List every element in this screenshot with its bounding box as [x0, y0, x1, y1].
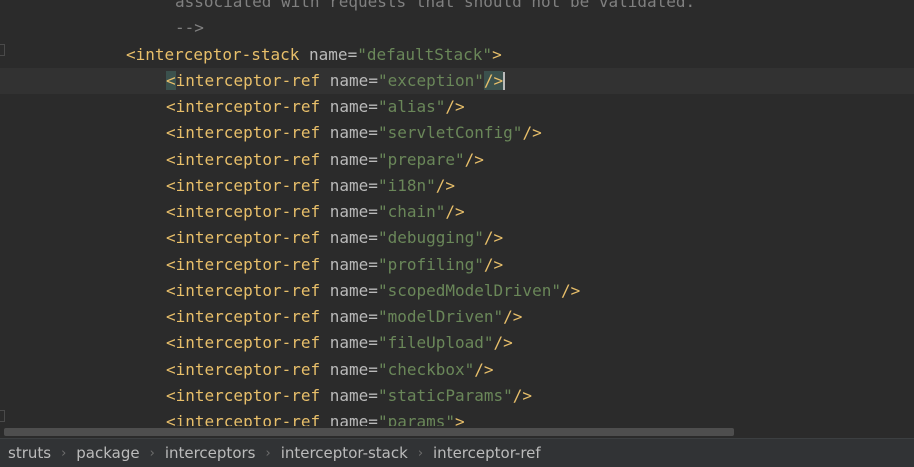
code-line[interactable]: <interceptor-stack name="defaultStack"> — [0, 42, 914, 68]
code-line[interactable]: <interceptor-ref name="fileUpload"/> — [0, 330, 914, 356]
attribute-name: name — [329, 254, 369, 274]
attribute-name: name — [309, 44, 348, 64]
text-caret — [503, 72, 506, 91]
tag-close: /> — [483, 228, 504, 248]
code-line[interactable]: <interceptor-ref name="params"> — [0, 409, 914, 426]
tag-close: /> — [464, 149, 484, 169]
attribute-value: "checkbox" — [377, 359, 475, 379]
chevron-right-icon: › — [149, 445, 155, 461]
breadcrumb-item[interactable]: interceptors — [165, 444, 256, 462]
attribute-name: name — [329, 307, 369, 326]
tag-close: /> — [483, 70, 504, 90]
tag-close: /> — [445, 97, 465, 116]
code-line[interactable]: <interceptor-ref name="servletConfig"/> — [0, 120, 914, 146]
tag-open: <interceptor-ref — [166, 359, 321, 379]
code-line[interactable]: <interceptor-ref name="scopedModelDriven… — [0, 278, 914, 304]
tag-open: <interceptor-ref — [166, 254, 321, 274]
chevron-right-icon: › — [61, 445, 67, 461]
tag-open: <interceptor-ref — [166, 202, 321, 221]
code-line[interactable]: <interceptor-ref name="prepare"/> — [0, 147, 914, 173]
tag-close: /> — [474, 359, 494, 379]
attribute-value: "fileUpload" — [377, 333, 494, 353]
tag-open: <interceptor-ref — [166, 280, 321, 300]
attribute-value: "profiling" — [377, 254, 484, 274]
attribute-value: "modelDriven" — [377, 307, 504, 326]
tag-open: <interceptor-ref — [166, 97, 321, 116]
breadcrumb-item[interactable]: package — [76, 444, 139, 462]
tag-close: /> — [445, 202, 465, 221]
attribute-value: "prepare" — [377, 149, 465, 169]
breadcrumb: struts › package › interceptors › interceptor-… — [0, 438, 914, 467]
code-line[interactable]: <interceptor-ref name="checkbox"/> — [0, 357, 914, 383]
breadcrumb-item[interactable]: interceptor-stack — [281, 444, 408, 462]
attribute-name: name — [329, 385, 369, 405]
attribute-name: name — [329, 333, 369, 353]
tag-open: <interceptor-ref — [166, 228, 321, 248]
code-line[interactable]: <interceptor-ref name="exception"/> — [0, 67, 914, 94]
scrollbar-thumb[interactable] — [4, 428, 734, 436]
tag-open: <interceptor-ref — [166, 175, 321, 195]
code-line[interactable]: <interceptor-ref name="modelDriven"/> — [0, 304, 914, 330]
attribute-name: name — [329, 123, 369, 143]
tag-open: <interceptor-ref — [166, 149, 321, 169]
tag-close: /> — [503, 307, 523, 326]
attribute-value: "servletConfig" — [377, 123, 523, 143]
chevron-right-icon: › — [265, 445, 271, 461]
attribute-name: name — [329, 175, 369, 195]
comment-line[interactable]: associated with requests that should not… — [0, 0, 914, 15]
attribute-value: "exception" — [377, 70, 484, 90]
attribute-name: name — [329, 412, 369, 426]
tag-open: <interceptor-ref — [166, 307, 321, 326]
tag-close: /> — [483, 254, 504, 274]
tag-open: <interceptor-ref — [166, 70, 321, 90]
attribute-value: "staticParams" — [377, 385, 513, 405]
attribute-value: "i18n" — [377, 175, 436, 195]
tag-close: /> — [560, 280, 581, 300]
attribute-name: name — [329, 97, 369, 116]
fold-marker-icon[interactable] — [0, 44, 5, 56]
attribute-value: "chain" — [377, 202, 446, 221]
tag-close: > — [455, 412, 465, 426]
attribute-name: name — [329, 228, 369, 248]
tag-open: <interceptor-ref — [166, 123, 321, 143]
breadcrumb-item[interactable]: interceptor-ref — [433, 444, 541, 462]
code-line[interactable]: <interceptor-ref name="debugging"/> — [0, 225, 914, 251]
tag-close: /> — [435, 175, 455, 195]
attribute-value: "defaultStack" — [357, 44, 493, 64]
attribute-name: name — [329, 149, 369, 169]
attribute-name: name — [329, 202, 369, 221]
code-line[interactable]: <interceptor-ref name="alias"/> — [0, 94, 914, 120]
code-editor[interactable]: associated with requests that should not… — [0, 0, 914, 426]
horizontal-scrollbar[interactable] — [0, 426, 914, 438]
comment-text: --> — [175, 18, 204, 38]
comment-text: associated with requests that should not… — [175, 0, 696, 11]
code-line[interactable]: <interceptor-ref name="profiling"/> — [0, 252, 914, 278]
tag-open: <interceptor-ref — [166, 412, 321, 426]
attribute-value: "debugging" — [377, 228, 484, 248]
attribute-value: "scopedModelDriven" — [377, 280, 561, 300]
tag-open: <interceptor-ref — [166, 385, 321, 405]
tag-open: <interceptor-ref — [166, 333, 321, 353]
tag-close: /> — [512, 385, 533, 405]
tag-close: /> — [522, 123, 542, 143]
attribute-value: "alias" — [377, 97, 446, 116]
tag-close: > — [492, 44, 502, 64]
fold-marker-icon[interactable] — [0, 410, 5, 422]
code-line[interactable]: <interceptor-ref name="staticParams"/> — [0, 383, 914, 409]
code-line[interactable]: <interceptor-ref name="i18n"/> — [0, 173, 914, 199]
chevron-right-icon: › — [417, 445, 424, 461]
breadcrumb-item[interactable]: struts — [8, 444, 51, 462]
attribute-name: name — [329, 70, 369, 90]
attribute-name: name — [329, 359, 369, 379]
tag-open: <interceptor-stack — [126, 44, 300, 64]
attribute-value: "params" — [377, 412, 455, 426]
attribute-name: name — [329, 280, 369, 300]
code-line[interactable]: <interceptor-ref name="chain"/> — [0, 199, 914, 225]
tag-close: /> — [493, 333, 513, 353]
comment-line[interactable]: --> — [0, 15, 914, 41]
